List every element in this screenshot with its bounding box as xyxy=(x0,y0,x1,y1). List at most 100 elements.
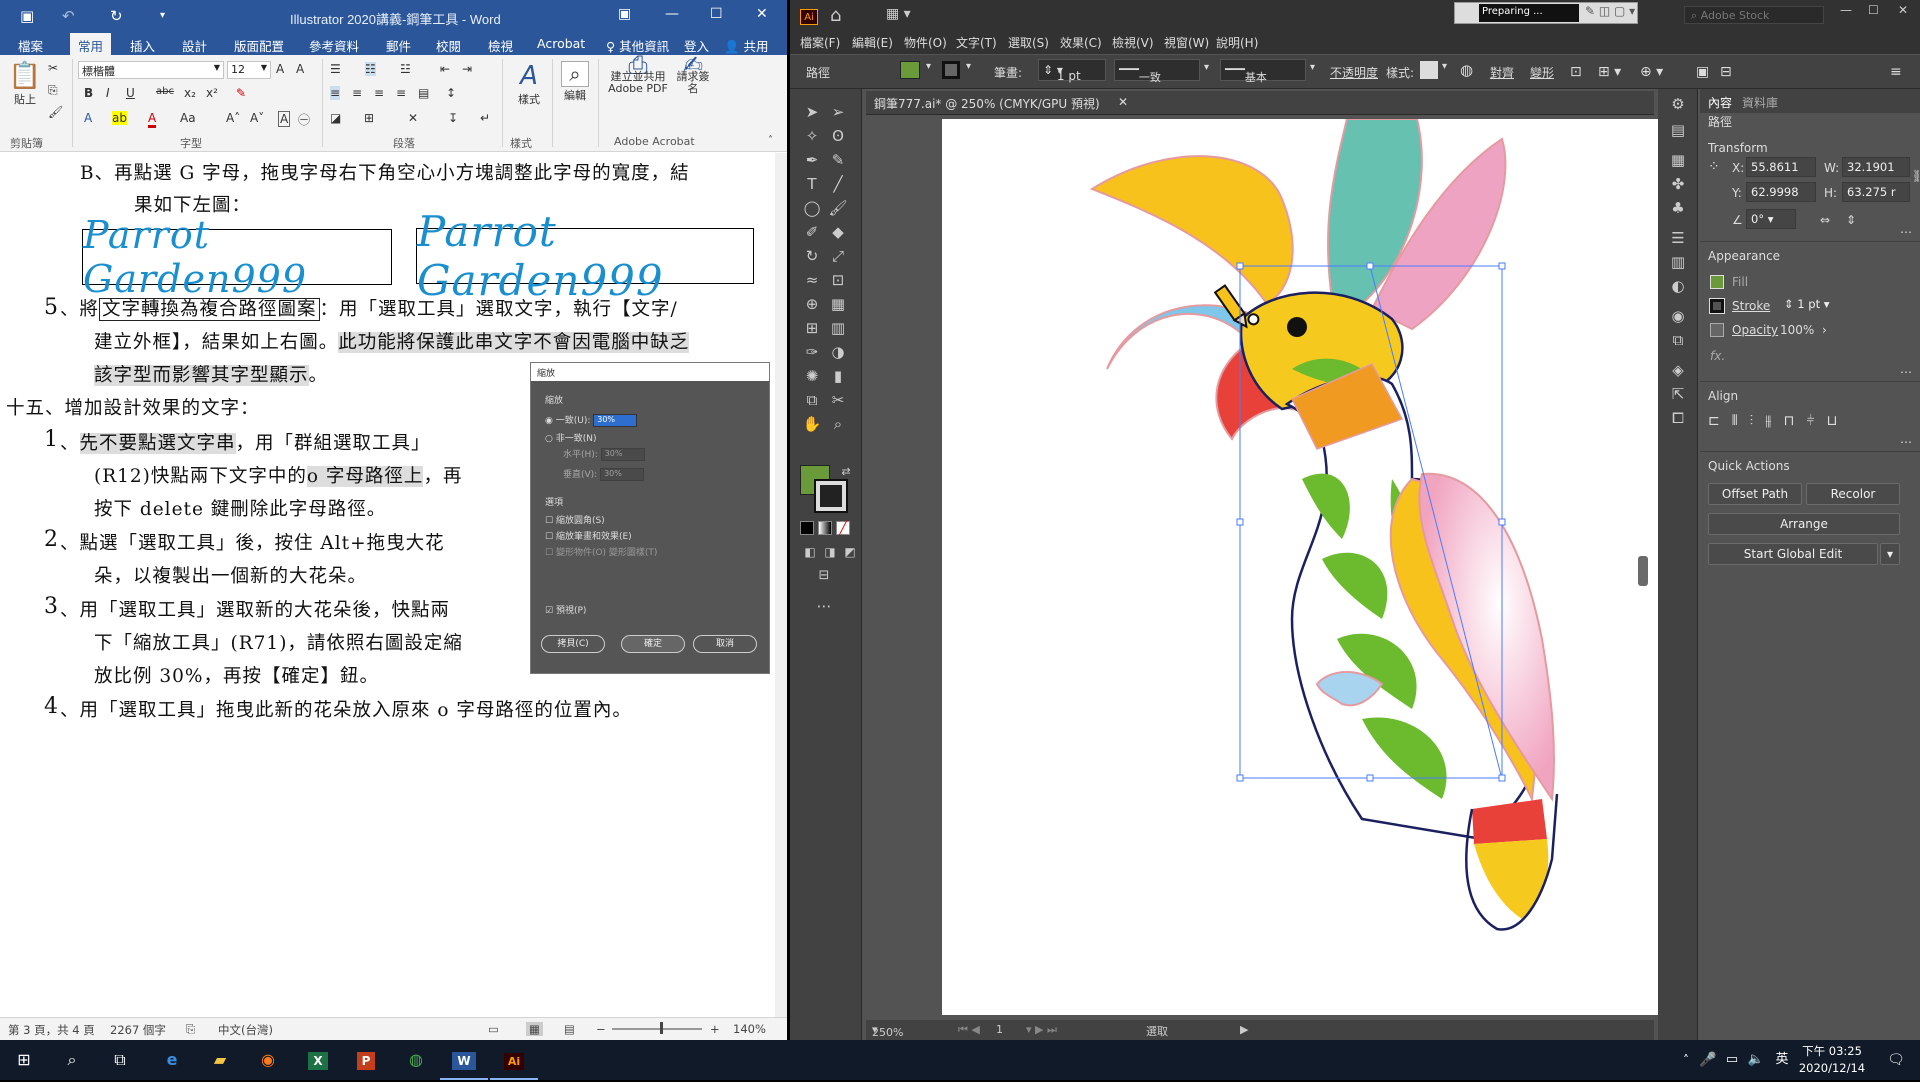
italic-icon[interactable]: I xyxy=(106,86,110,100)
swap-colors-icon[interactable]: ⇄ xyxy=(834,461,858,483)
menu-edit[interactable]: 編輯(E) xyxy=(852,34,893,51)
char-shading-icon[interactable]: A xyxy=(278,111,291,127)
search-icon[interactable]: ⌕ xyxy=(48,1040,96,1080)
zoom-slider[interactable] xyxy=(612,1028,702,1030)
distributed-icon[interactable]: ▤ xyxy=(418,86,429,100)
proofing-icon[interactable]: ⎘ xyxy=(186,1022,195,1037)
tab-references[interactable]: 參考資料 xyxy=(309,36,359,55)
format-painter-icon[interactable]: 🖌 xyxy=(48,105,63,119)
libraries-icon[interactable]: ▦ xyxy=(1668,151,1688,171)
network-icon[interactable]: ▭ xyxy=(1720,1040,1744,1080)
zoom-field[interactable]: 250% ▾ xyxy=(872,1023,903,1039)
align-center-icon[interactable]: ≡ xyxy=(352,86,362,100)
vertical-scrollbar[interactable] xyxy=(775,153,787,1017)
recolor-icon[interactable]: ◍ xyxy=(1460,61,1473,79)
undo-icon[interactable]: ↶ xyxy=(62,7,75,25)
flip-horizontal-icon[interactable]: ⇔ xyxy=(1820,213,1830,227)
transform-options-icon[interactable]: ⊕ ▾ xyxy=(1640,64,1663,80)
appearance-panel-icon[interactable]: ◉ xyxy=(1668,307,1688,327)
collapse-ribbon-icon[interactable]: ˄ xyxy=(768,135,773,146)
variable-width-profile[interactable]: ━━━ 一致 xyxy=(1114,59,1200,84)
tab-view[interactable]: 檢視 xyxy=(488,36,513,55)
save-icon[interactable]: ▣ xyxy=(20,7,34,25)
opacity-link[interactable]: 不透明度 xyxy=(1330,64,1378,81)
home-icon[interactable]: ⌂ xyxy=(830,5,841,26)
none-mode-icon[interactable]: ╱ xyxy=(836,521,850,535)
strikethrough-icon[interactable]: abc xyxy=(156,86,174,97)
enclose-char-icon[interactable]: ㊀ xyxy=(298,111,310,128)
graph-tool-icon[interactable]: ▮ xyxy=(826,365,850,387)
line-spacing-icon[interactable]: ↕ xyxy=(446,86,456,100)
line-tool-icon[interactable]: ╱ xyxy=(826,173,850,195)
stroke-link[interactable]: Stroke xyxy=(1732,299,1770,313)
word-icon[interactable]: W xyxy=(440,1040,488,1080)
paintbrush-icon[interactable]: 🖌 xyxy=(826,197,850,219)
panel-menu-icon[interactable]: ≡ xyxy=(1890,64,1902,80)
font-name-dropdown[interactable]: 標楷體 ▼ xyxy=(78,61,224,79)
y-field[interactable]: 62.9998 xyxy=(1746,182,1816,202)
workspace-switcher-icon[interactable]: ▦ ▾ xyxy=(886,6,911,22)
tab-design[interactable]: 設計 xyxy=(182,36,207,55)
chevron-down-icon[interactable]: ▾ xyxy=(966,61,971,72)
status-mode[interactable]: 選取 xyxy=(1146,1023,1168,1039)
close-icon[interactable]: ✕ xyxy=(756,6,768,22)
align-buttons[interactable]: ⊏⫴⫶⫵⊓⫩⊔ xyxy=(1708,413,1849,429)
blend-tool-icon[interactable]: ◑ xyxy=(826,341,850,363)
zoom-tool-icon[interactable]: ⌕ xyxy=(826,413,850,435)
artboard-tool-icon[interactable]: ⧉ xyxy=(800,389,824,411)
reference-point-icon[interactable]: ⁘ xyxy=(1708,159,1720,175)
fill-swatch[interactable] xyxy=(1710,275,1724,289)
grow-font-icon[interactable]: A xyxy=(276,62,284,76)
menu-effect[interactable]: 效果(C) xyxy=(1060,34,1102,51)
mesh-tool-icon[interactable]: ⊞ xyxy=(800,317,824,339)
curvature-tool-icon[interactable]: ✎ xyxy=(826,149,850,171)
align-right-icon[interactable]: ≡ xyxy=(374,86,384,100)
opacity-value[interactable]: 100% xyxy=(1780,323,1814,337)
zoom-slider-thumb[interactable] xyxy=(660,1022,663,1034)
slice-tool-icon[interactable]: ✂ xyxy=(826,389,850,411)
share-button[interactable]: 👤 共用 xyxy=(724,36,769,55)
start-button-icon[interactable]: ⊞ xyxy=(0,1040,48,1080)
pen-tool-icon[interactable]: ✒ xyxy=(800,149,824,171)
tab-review[interactable]: 校閱 xyxy=(436,36,461,55)
symbols-icon[interactable]: ♣ xyxy=(1668,199,1688,219)
tab-mailings[interactable]: 郵件 xyxy=(386,36,411,55)
tab-layout[interactable]: 版面配置 xyxy=(234,36,284,55)
transparency-panel-icon[interactable]: ◐ xyxy=(1668,277,1688,297)
microphone-icon[interactable]: 🎤 xyxy=(1696,1040,1720,1080)
layers-panel-icon[interactable]: ▤ xyxy=(1668,121,1688,141)
create-pdf-button[interactable]: ⎙ 建立並共用 Adobe PDF xyxy=(604,53,672,95)
powerpoint-icon[interactable]: P xyxy=(342,1040,390,1080)
highlight-icon[interactable]: ab xyxy=(112,111,127,125)
superscript-icon[interactable]: x² xyxy=(206,86,218,100)
free-transform-icon[interactable]: ⊡ xyxy=(826,269,850,291)
canvas[interactable] xyxy=(866,116,1684,1021)
properties-panel-icon[interactable]: ⚙ xyxy=(1668,95,1688,115)
type-tool-icon[interactable]: T xyxy=(800,173,824,195)
ai-minimize-icon[interactable]: — xyxy=(1840,3,1852,17)
layers-stack-icon[interactable]: ◈ xyxy=(1668,361,1688,381)
styles-button[interactable]: A 樣式 xyxy=(510,61,548,107)
maximize-icon[interactable]: ☐ xyxy=(710,6,723,22)
h-field[interactable]: 63.275 r xyxy=(1842,182,1910,202)
numbering-icon[interactable]: ☷ xyxy=(365,62,376,76)
menu-view[interactable]: 檢視(V) xyxy=(1112,34,1154,51)
grow-font-size-icon[interactable]: A˄ xyxy=(226,111,240,125)
eraser-icon[interactable]: ◆ xyxy=(826,221,850,243)
print-layout-icon[interactable]: ▦ xyxy=(526,1022,543,1036)
style-swatch[interactable] xyxy=(1420,61,1438,79)
artboard-nav-next-icon[interactable]: ▾ ▶ ⏭ xyxy=(1026,1023,1057,1037)
chevron-down-icon[interactable]: ▾ xyxy=(1204,62,1209,73)
clear-format-icon[interactable]: ✎ xyxy=(236,86,246,100)
tab-file[interactable]: 檔案 xyxy=(18,36,43,55)
ribbon-display-icon[interactable]: ▣ xyxy=(618,6,631,22)
gradient-panel-icon[interactable]: ▥ xyxy=(1668,253,1688,273)
scale-tool-icon[interactable]: ⤢ xyxy=(826,245,850,267)
show-marks-icon[interactable]: ↵ xyxy=(480,111,490,125)
web-layout-icon[interactable]: ▤ xyxy=(564,1022,575,1036)
perspective-grid-icon[interactable]: ▦ xyxy=(826,293,850,315)
artboard-number[interactable]: 1 xyxy=(996,1023,1003,1036)
align-link[interactable]: 對齊 xyxy=(1490,64,1514,81)
draw-inside-icon[interactable]: ◩ xyxy=(838,541,862,563)
editing-button[interactable]: ⌕ 編輯 xyxy=(558,61,592,103)
